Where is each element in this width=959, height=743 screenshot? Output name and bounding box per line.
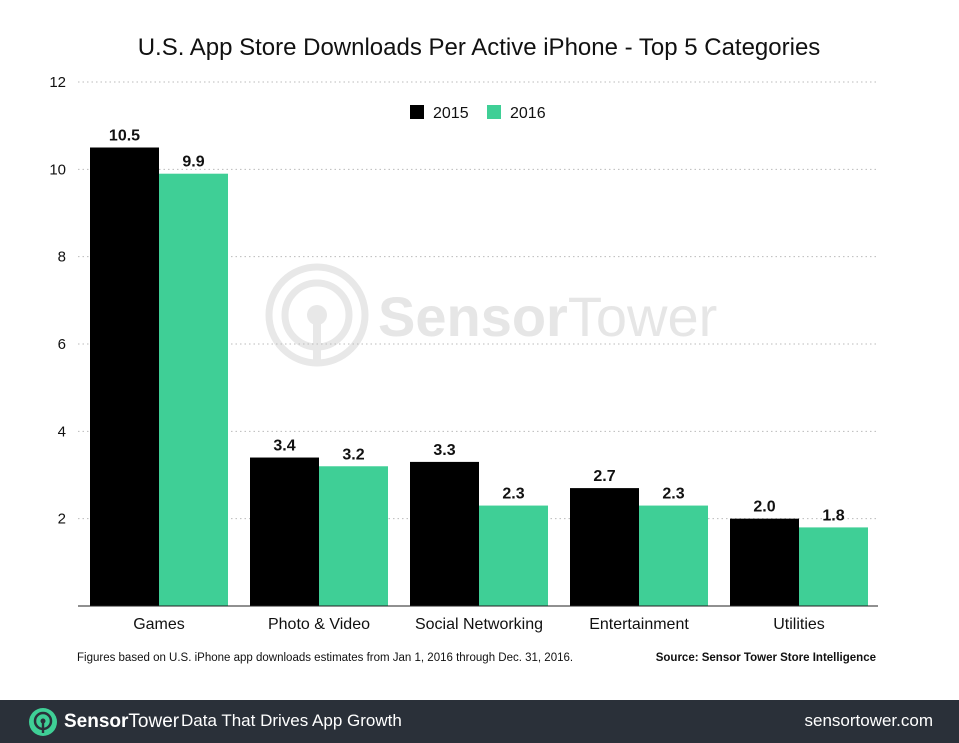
bar-2016: [159, 173, 228, 606]
y-tick-label: 4: [58, 423, 66, 440]
bar-2016: [639, 505, 708, 606]
y-tick-label: 8: [58, 249, 66, 266]
legend: 2015 2016: [410, 105, 546, 122]
footer-brand: SensorTower: [28, 707, 179, 737]
source-note: Source: Sensor Tower Store Intelligence: [656, 652, 876, 664]
watermark-text: SensorTower: [378, 285, 717, 348]
bar-2015: [250, 457, 319, 606]
bar-2015: [410, 461, 479, 606]
data-label: 2.0: [753, 499, 775, 516]
data-label: 3.4: [273, 438, 295, 455]
x-axis: Games Photo & Video Social Networking Enter…: [133, 616, 825, 633]
watermark: SensorTower: [265, 263, 717, 367]
data-label: 2.3: [662, 486, 684, 503]
data-label: 9.9: [182, 154, 204, 171]
bar-2016: [479, 505, 548, 606]
data-label: 10.5: [109, 128, 140, 145]
bar-2015: [570, 488, 639, 606]
y-tick-label: 12: [49, 74, 66, 91]
bar-2016: [319, 466, 388, 606]
footnote: Figures based on U.S. iPhone app downloa…: [77, 652, 573, 664]
legend-swatch-2015: [410, 105, 424, 119]
footer-bar: SensorTower Data That Drives App Growth …: [0, 700, 959, 743]
y-axis: 2 4 6 8 10 12: [49, 74, 66, 528]
y-tick-label: 2: [58, 511, 66, 528]
legend-label-2016: 2016: [510, 105, 546, 122]
brand-name-bold: Sensor: [64, 711, 129, 732]
x-tick-label: Photo & Video: [268, 616, 370, 633]
brand-name-regular: Tower: [128, 711, 180, 732]
data-label: 3.3: [433, 442, 455, 459]
data-label: 1.8: [822, 507, 844, 524]
bars: 10.5 9.9 3.4 3.2 3.3 2.3 2.7 2.3 2.0 1.8: [90, 128, 868, 606]
sensortower-logo-icon: [29, 708, 57, 736]
footer-tagline: Data That Drives App Growth: [181, 711, 402, 730]
legend-swatch-2016: [487, 105, 501, 119]
chart-title: U.S. App Store Downloads Per Active iPho…: [138, 34, 821, 61]
x-tick-label: Entertainment: [589, 616, 689, 633]
data-label: 2.3: [502, 486, 524, 503]
bar-2016: [799, 527, 868, 606]
y-tick-label: 10: [49, 161, 66, 178]
y-tick-label: 6: [58, 336, 66, 353]
x-tick-label: Utilities: [773, 616, 825, 633]
data-label: 3.2: [342, 446, 364, 463]
footer-site-link[interactable]: sensortower.com: [805, 711, 934, 731]
bar-2015: [90, 147, 159, 606]
data-label: 2.7: [593, 468, 615, 485]
x-tick-label: Games: [133, 616, 185, 633]
x-tick-label: Social Networking: [415, 616, 543, 633]
legend-label-2015: 2015: [433, 105, 469, 122]
bar-2015: [730, 518, 799, 606]
bar-chart: U.S. App Store Downloads Per Active iPho…: [49, 34, 878, 664]
sensortower-watermark-icon: [265, 263, 369, 367]
